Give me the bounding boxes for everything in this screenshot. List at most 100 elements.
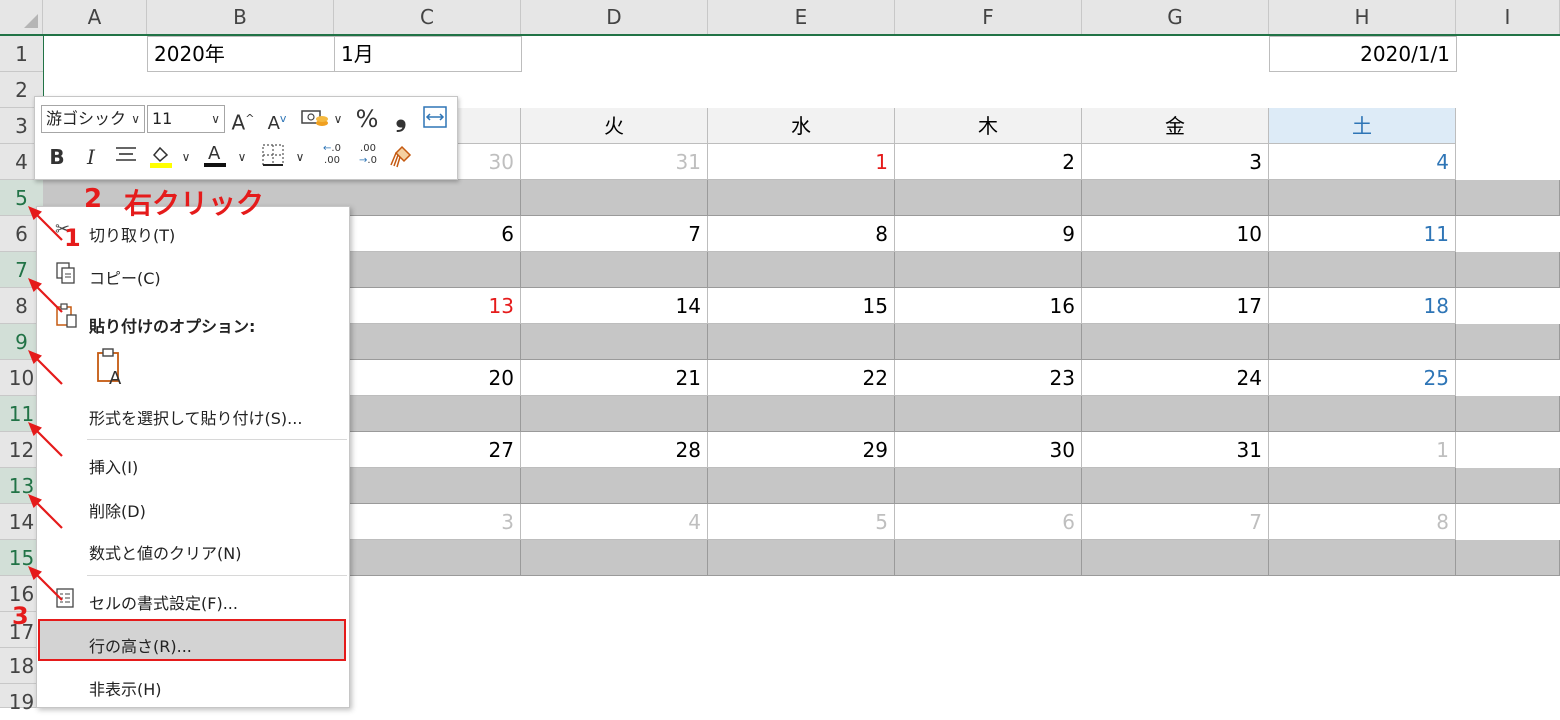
- wrap-text-icon[interactable]: [421, 105, 449, 133]
- cell-c3[interactable]: [458, 108, 521, 144]
- menu-item-row-height[interactable]: 行の高さ(R)...: [89, 633, 192, 657]
- comma-icon[interactable]: ❟: [387, 103, 415, 131]
- date-cell[interactable]: 17: [1082, 288, 1269, 324]
- menu-heading-paste-options: 貼り付けのオプション:: [89, 317, 256, 336]
- cell-b1[interactable]: 2020年: [147, 36, 335, 72]
- grow-font-icon[interactable]: A^: [229, 105, 257, 135]
- paste-option-button[interactable]: A: [95, 347, 129, 391]
- weekday-thu[interactable]: 木: [895, 108, 1082, 144]
- menu-item-format-cells[interactable]: セルの書式設定(F)...: [89, 590, 238, 614]
- date-cell[interactable]: 9: [895, 216, 1082, 252]
- date-cell[interactable]: 21: [521, 360, 708, 396]
- chevron-down-icon[interactable]: ∨: [235, 143, 249, 171]
- borders-icon[interactable]: [259, 143, 287, 171]
- fill-color-icon[interactable]: [147, 143, 175, 171]
- date-cell[interactable]: 13: [334, 288, 521, 324]
- date-cell[interactable]: 1: [708, 144, 895, 180]
- highlight-row-height: [38, 619, 346, 661]
- menu-separator: [87, 439, 347, 440]
- date-cell[interactable]: 15: [708, 288, 895, 324]
- svg-text:A: A: [208, 143, 221, 164]
- col-header-h[interactable]: H: [1269, 0, 1456, 34]
- date-cell[interactable]: 8: [1269, 504, 1456, 540]
- date-cell[interactable]: 5: [708, 504, 895, 540]
- chevron-down-icon[interactable]: ∨: [211, 106, 220, 132]
- date-cell[interactable]: 31: [1082, 432, 1269, 468]
- corner-triangle-icon: [24, 14, 38, 28]
- align-center-icon[interactable]: [113, 143, 139, 171]
- date-cell[interactable]: 1: [1269, 432, 1456, 468]
- format-painter-icon[interactable]: [387, 143, 415, 171]
- percent-icon[interactable]: %: [353, 105, 381, 133]
- date-cell[interactable]: 27: [334, 432, 521, 468]
- select-all-corner[interactable]: [0, 0, 43, 34]
- weekday-wed[interactable]: 水: [708, 108, 895, 144]
- col-header-g[interactable]: G: [1082, 0, 1269, 34]
- col-header-i[interactable]: I: [1456, 0, 1560, 34]
- menu-item-delete[interactable]: 削除(D): [89, 498, 146, 522]
- annotation-right-click: 右クリック: [124, 187, 265, 220]
- date-cell[interactable]: 8: [708, 216, 895, 252]
- date-cell[interactable]: 6: [334, 216, 521, 252]
- increase-decimal-icon[interactable]: ←.0.00: [317, 143, 347, 171]
- date-cell[interactable]: 29: [708, 432, 895, 468]
- chevron-down-icon[interactable]: ∨: [293, 143, 307, 171]
- mini-toolbar: 游ゴシック ∨ 11 ∨ A^ Av ∨ % ❟ B I ∨ A ∨ ∨ ←.0…: [34, 96, 458, 180]
- date-cell[interactable]: 20: [334, 360, 521, 396]
- date-cell[interactable]: 14: [521, 288, 708, 324]
- col-header-e[interactable]: E: [708, 0, 895, 34]
- date-cell[interactable]: 2: [895, 144, 1082, 180]
- date-cell[interactable]: 7: [1082, 504, 1269, 540]
- col-header-b[interactable]: B: [147, 0, 334, 34]
- font-size-value: 11: [152, 109, 173, 128]
- context-menu: ✂ 切り取り(T) コピー(C) 貼り付けのオプション: A 形式を選択して貼り…: [36, 206, 350, 708]
- date-cell[interactable]: 10: [1082, 216, 1269, 252]
- date-cell[interactable]: 31: [521, 144, 708, 180]
- weekday-tue[interactable]: 火: [521, 108, 708, 144]
- date-cell[interactable]: 11: [1269, 216, 1456, 252]
- date-cell[interactable]: 4: [1269, 144, 1456, 180]
- shrink-font-icon[interactable]: Av: [263, 105, 291, 134]
- weekday-sat[interactable]: 土: [1269, 108, 1456, 144]
- chevron-down-icon[interactable]: ∨: [331, 105, 345, 133]
- format-cells-icon: [55, 587, 75, 614]
- menu-item-cut[interactable]: 切り取り(T): [89, 222, 175, 246]
- col-header-d[interactable]: D: [521, 0, 708, 34]
- col-header-a[interactable]: A: [43, 0, 147, 34]
- font-color-icon[interactable]: A: [201, 141, 229, 169]
- col-header-c[interactable]: C: [334, 0, 521, 34]
- date-cell[interactable]: 6: [895, 504, 1082, 540]
- date-cell[interactable]: 23: [895, 360, 1082, 396]
- font-size-combo[interactable]: 11 ∨: [147, 105, 225, 133]
- date-cell[interactable]: 25: [1269, 360, 1456, 396]
- date-cell[interactable]: 16: [895, 288, 1082, 324]
- chevron-down-icon[interactable]: ∨: [179, 143, 193, 171]
- date-cell[interactable]: 30: [458, 144, 521, 180]
- font-name-combo[interactable]: 游ゴシック ∨: [41, 105, 145, 133]
- cell-h1[interactable]: 2020/1/1: [1269, 36, 1457, 72]
- date-cell[interactable]: 18: [1269, 288, 1456, 324]
- menu-item-copy[interactable]: コピー(C): [89, 265, 161, 289]
- font-name-value: 游ゴシック: [46, 109, 127, 128]
- date-cell[interactable]: 4: [521, 504, 708, 540]
- chevron-down-icon[interactable]: ∨: [131, 106, 140, 132]
- date-cell[interactable]: 3: [334, 504, 521, 540]
- date-cell[interactable]: 22: [708, 360, 895, 396]
- date-cell[interactable]: 7: [521, 216, 708, 252]
- menu-item-paste-special[interactable]: 形式を選択して貼り付け(S)...: [89, 405, 302, 429]
- date-cell[interactable]: 28: [521, 432, 708, 468]
- row-header-1[interactable]: 1: [0, 36, 43, 72]
- decrease-decimal-icon[interactable]: .00 →.0: [353, 143, 383, 171]
- date-cell[interactable]: 3: [1082, 144, 1269, 180]
- menu-item-hide[interactable]: 非表示(H): [89, 676, 162, 700]
- weekday-fri[interactable]: 金: [1082, 108, 1269, 144]
- date-cell[interactable]: 30: [895, 432, 1082, 468]
- col-header-f[interactable]: F: [895, 0, 1082, 34]
- date-cell[interactable]: 24: [1082, 360, 1269, 396]
- menu-item-insert[interactable]: 挿入(I): [89, 454, 138, 478]
- italic-button[interactable]: I: [79, 143, 103, 171]
- annotation-step-2: 2: [84, 184, 103, 214]
- cell-c1[interactable]: 1月: [334, 36, 522, 72]
- menu-item-clear[interactable]: 数式と値のクリア(N): [89, 540, 241, 564]
- bold-button[interactable]: B: [45, 143, 69, 171]
